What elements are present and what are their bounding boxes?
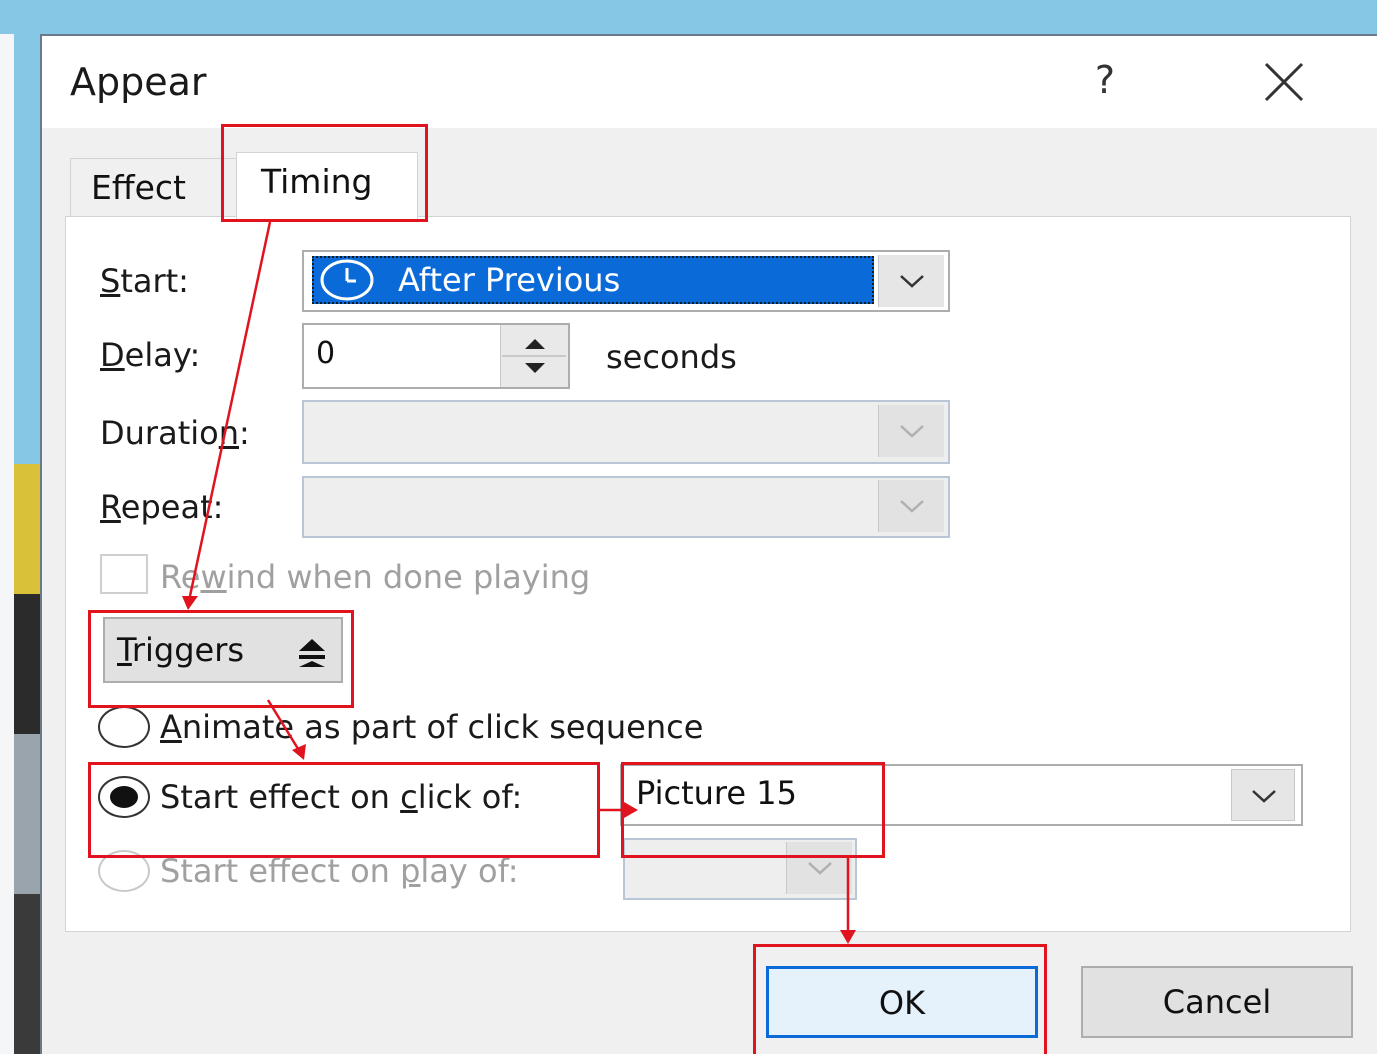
delay-value: 0 (316, 336, 336, 371)
tab-effect[interactable]: Effect (70, 158, 238, 218)
spinner-divider (502, 355, 566, 357)
repeat-dropdown-button[interactable] (878, 480, 944, 532)
chevron-down-icon (900, 275, 924, 288)
chevron-down-icon (900, 500, 924, 513)
spin-up-icon (525, 339, 545, 349)
dialog-titlebar (42, 36, 1377, 128)
spin-down-icon (525, 363, 545, 373)
start-dropdown-button[interactable] (878, 255, 944, 307)
chevron-down-icon (900, 425, 924, 438)
chevron-down-icon (1252, 790, 1276, 803)
click-of-dropdown-button[interactable] (1231, 769, 1295, 821)
start-label: Start: (100, 262, 189, 300)
duration-dropdown-button[interactable] (878, 405, 944, 457)
background-strip-top (0, 0, 1377, 34)
annotation-box-picture (621, 762, 885, 858)
close-icon (1264, 62, 1304, 102)
background-edge (0, 34, 14, 1054)
cancel-button[interactable]: Cancel (1081, 966, 1353, 1038)
duration-dropdown[interactable] (302, 400, 950, 464)
duration-label: Duration: (100, 414, 250, 452)
annotation-box-ok (753, 944, 1047, 1054)
clock-icon (318, 258, 376, 302)
radio-click-sequence[interactable] (98, 706, 150, 748)
dialog-title: Appear (70, 60, 207, 104)
rewind-label: Rewind when done playing (160, 558, 591, 596)
start-selected-value: After Previous (312, 256, 874, 304)
help-button[interactable]: ? (1080, 55, 1130, 105)
delay-unit: seconds (606, 338, 737, 376)
rewind-checkbox[interactable] (100, 554, 148, 594)
delay-label: Delay: (100, 336, 201, 374)
annotation-box-start-on-click (88, 762, 600, 858)
repeat-dropdown[interactable] (302, 476, 950, 538)
radio-click-sequence-label: Animate as part of click sequence (160, 708, 704, 746)
close-button[interactable] (1258, 58, 1310, 106)
repeat-label: Repeat: (100, 488, 224, 526)
annotation-box-triggers (88, 610, 354, 708)
annotation-box-timing (221, 124, 428, 222)
